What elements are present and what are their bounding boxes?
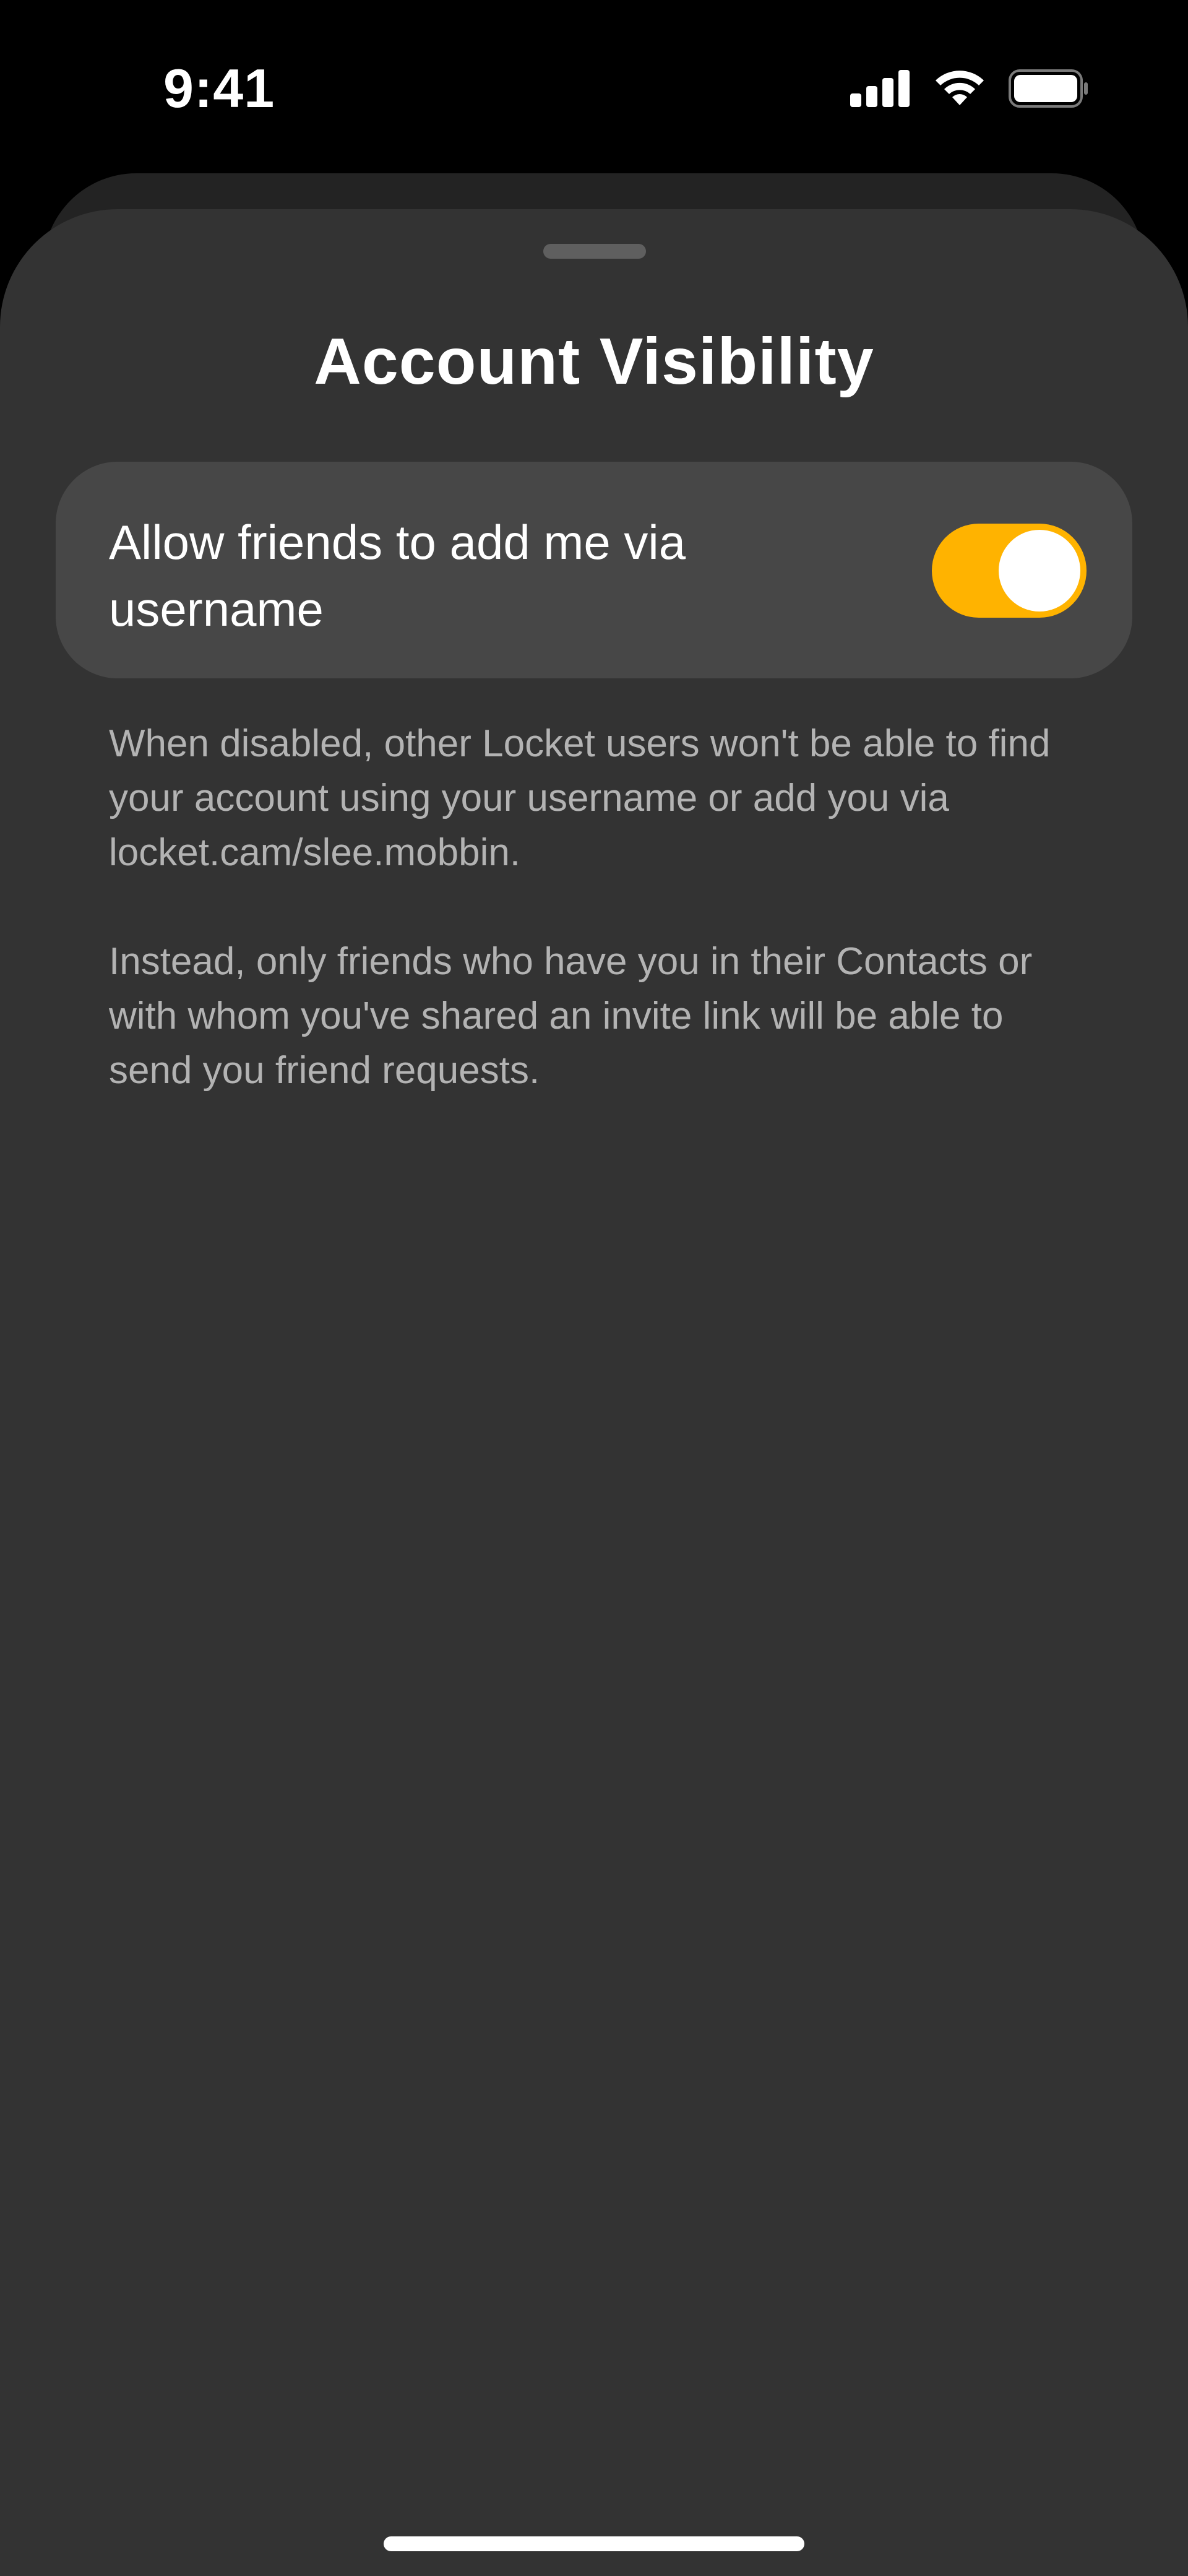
cellular-signal-icon <box>850 70 910 107</box>
status-time: 9:41 <box>163 58 275 119</box>
wifi-icon <box>936 71 984 105</box>
sheet-title: Account Visibility <box>314 325 874 398</box>
screen: 9:41 Account Visibility Allow friends to… <box>0 0 1188 2576</box>
description-paragraph-2: Instead, only friends who have you in th… <box>109 940 1033 1092</box>
status-bar: 9:41 <box>0 0 1188 161</box>
battery-icon <box>1009 69 1088 108</box>
status-icons <box>850 67 1089 110</box>
allow-username-add-toggle[interactable] <box>932 524 1087 618</box>
toggle-knob <box>999 530 1080 612</box>
sheet-grabber[interactable] <box>543 244 646 259</box>
description-paragraph-1: When disabled, other Locket users won't … <box>109 722 1051 874</box>
allow-username-add-setting[interactable]: Allow friends to add me via username <box>56 462 1132 678</box>
home-indicator[interactable] <box>384 2536 804 2551</box>
setting-label: Allow friends to add me via username <box>109 515 686 636</box>
account-visibility-sheet: Account Visibility Allow friends to add … <box>0 209 1188 2576</box>
